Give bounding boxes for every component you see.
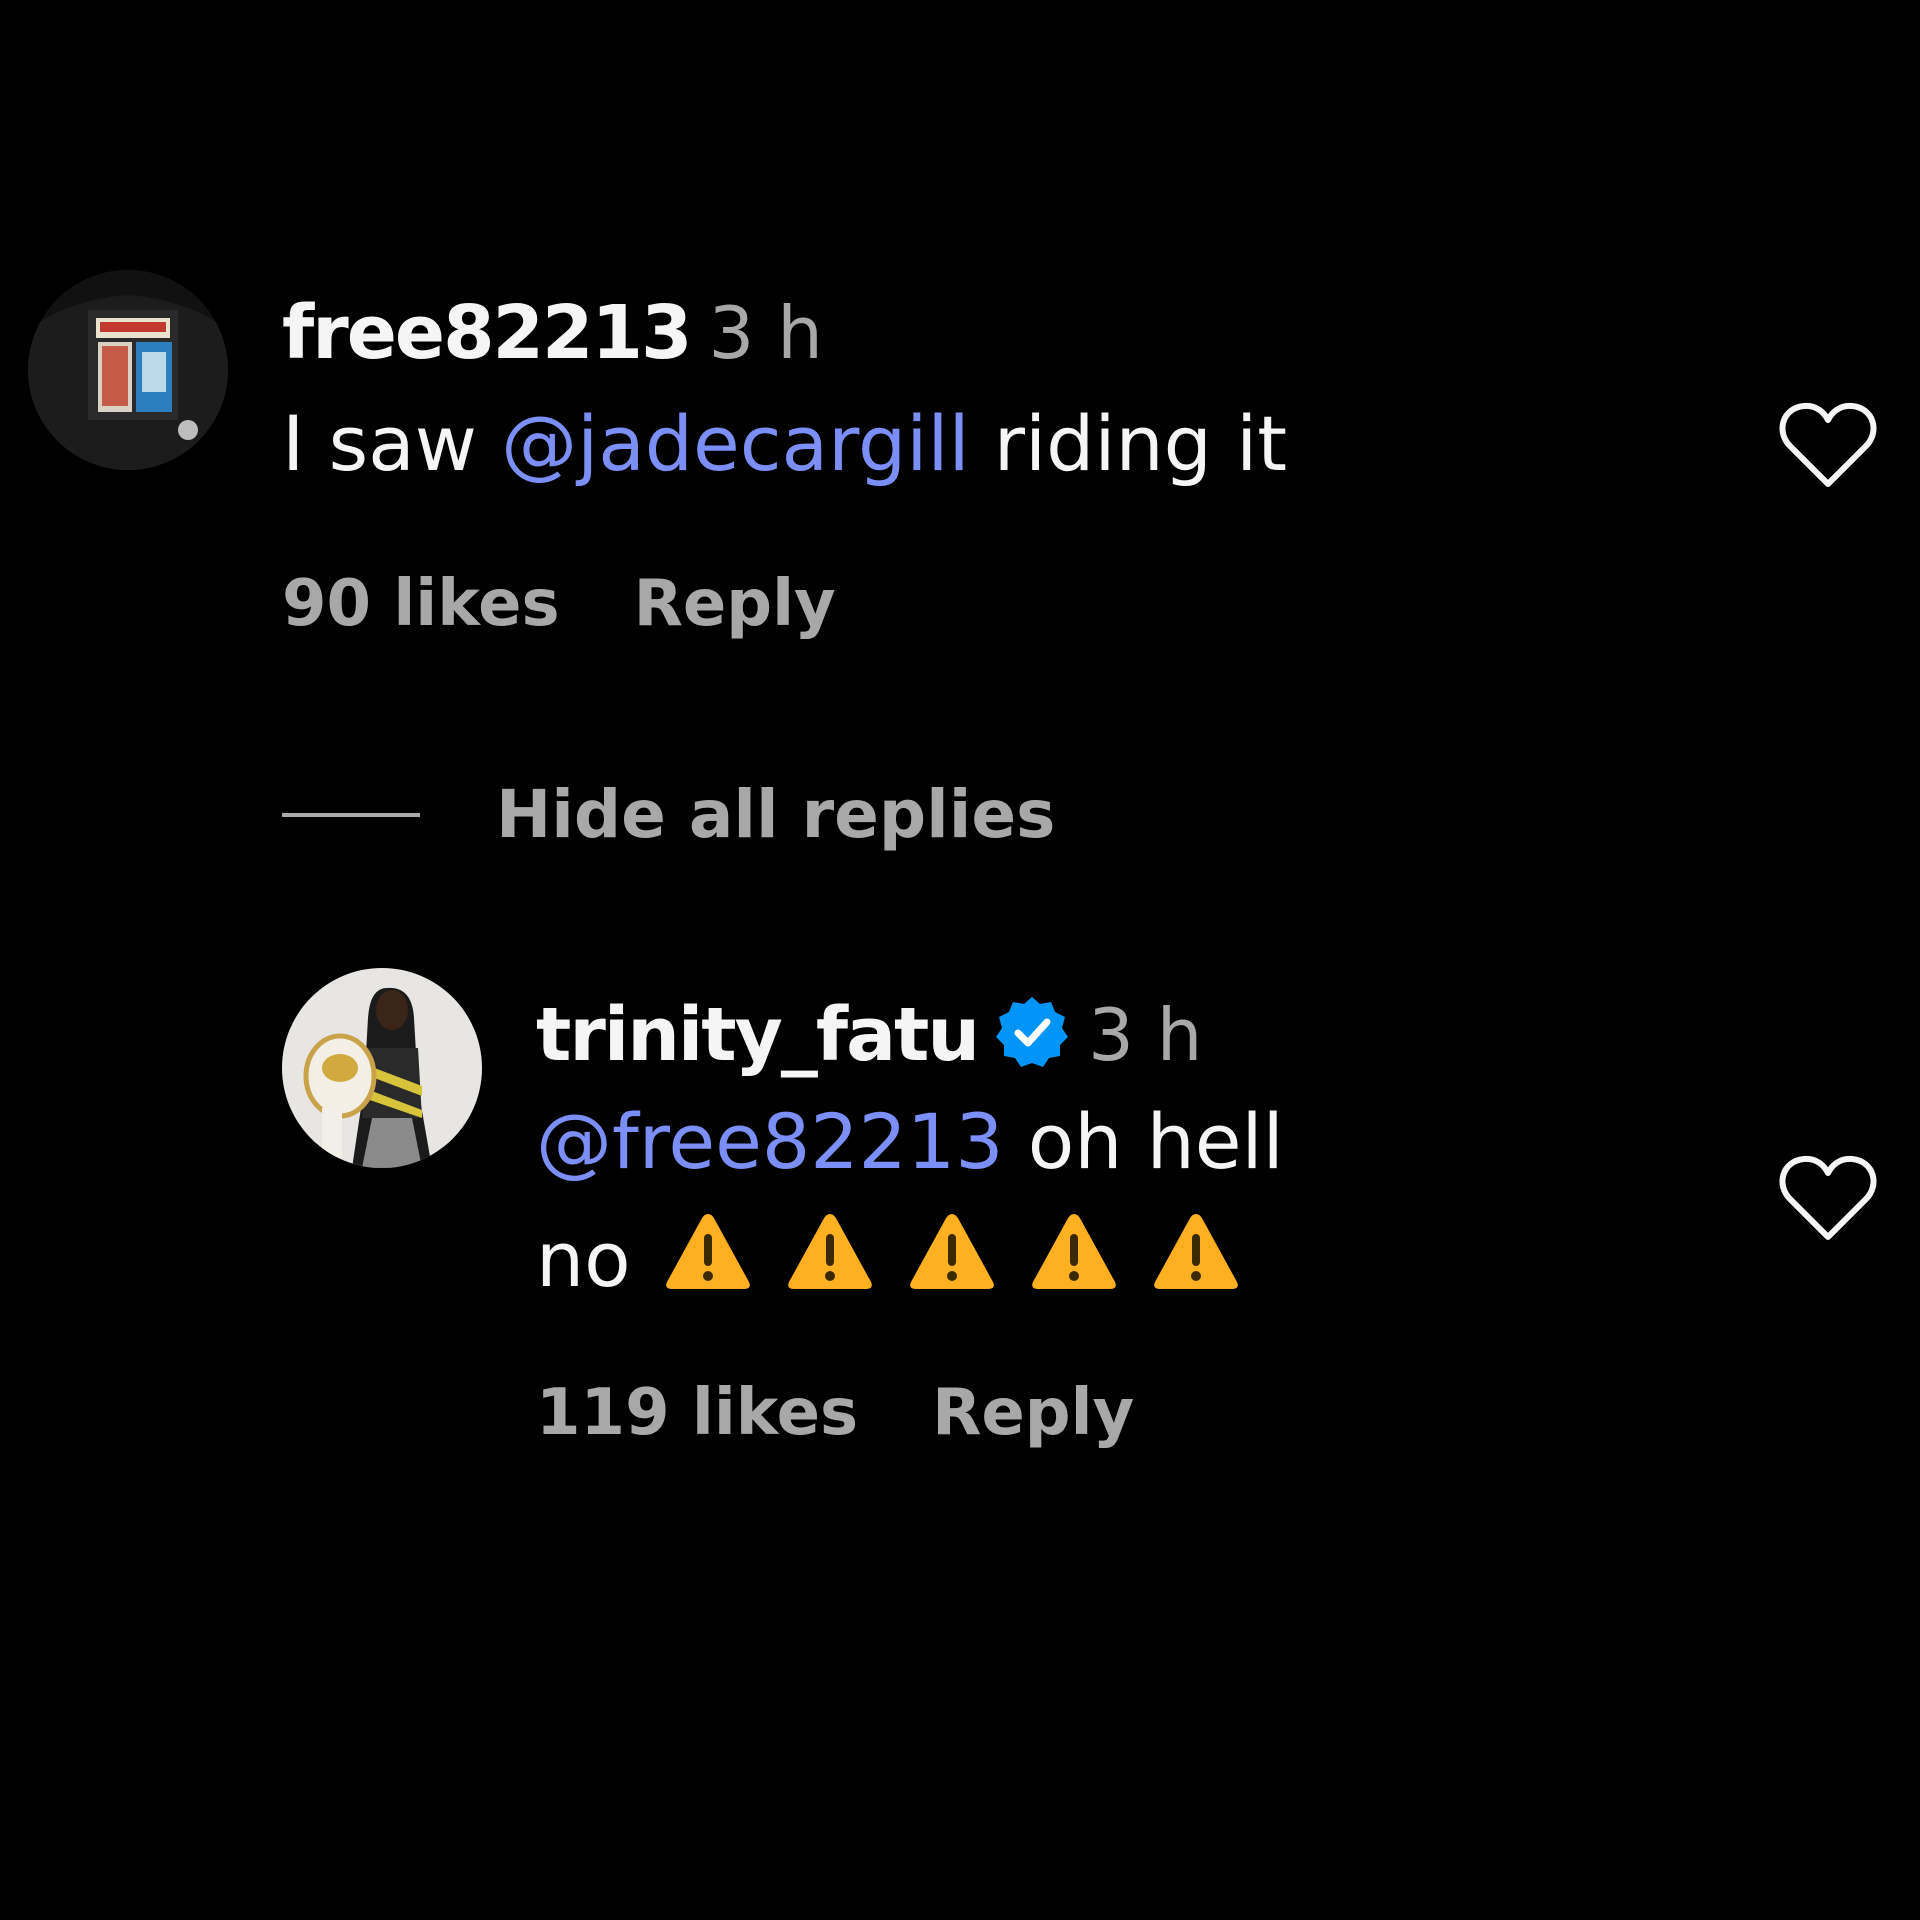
reply-text: @free82213 oh hell no: [536, 1083, 1284, 1319]
avatar-image: [282, 968, 482, 1168]
warning-emoji: [785, 1207, 875, 1289]
warning-emoji: [1151, 1207, 1241, 1289]
reply-likes-count[interactable]: 119 likes: [536, 1376, 858, 1450]
comment-mention-link[interactable]: @jadecargill: [501, 399, 970, 488]
hide-replies-label: Hide all replies: [496, 776, 1056, 853]
comment-header: free82213 3 h: [282, 296, 823, 370]
reply-text-part1: oh hell: [1027, 1097, 1284, 1186]
reply-actions: 119 likes Reply: [536, 1381, 1134, 1445]
warning-emoji: [1029, 1207, 1119, 1289]
reply-text-line2: no: [536, 1201, 1284, 1319]
warning-emoji: [907, 1207, 997, 1289]
reply-text-part2: no: [536, 1215, 631, 1304]
comment-like-button[interactable]: [1778, 400, 1878, 490]
verified-badge-icon: [994, 994, 1070, 1070]
heart-outline-icon: [1779, 402, 1877, 487]
comment-timestamp: 3 h: [708, 291, 823, 375]
commenter-avatar[interactable]: [28, 270, 228, 470]
reply-reply-button[interactable]: Reply: [932, 1376, 1134, 1450]
comment-likes-count[interactable]: 90 likes: [282, 567, 560, 641]
heart-outline-icon: [1779, 1155, 1877, 1240]
replier-avatar[interactable]: [282, 968, 482, 1168]
comment-text-after: riding it: [993, 399, 1287, 488]
reply-mention-link[interactable]: @free82213: [536, 1097, 1004, 1186]
replies-divider-line: [282, 812, 420, 817]
comment-actions: 90 likes Reply: [282, 572, 836, 636]
reply-username[interactable]: trinity_fatu: [536, 992, 980, 1078]
reply-text-line1: @free82213 oh hell: [536, 1083, 1284, 1201]
avatar-image: [28, 270, 228, 470]
comment-username[interactable]: free82213: [282, 290, 693, 376]
hide-replies-toggle[interactable]: Hide all replies: [282, 776, 1055, 853]
reply-timestamp: 3 h: [1088, 993, 1203, 1077]
comment-text: I saw @jadecargill riding it: [282, 385, 1287, 503]
comment-reply-button[interactable]: Reply: [634, 567, 836, 641]
reply-like-button[interactable]: [1778, 1153, 1878, 1243]
reply-header: trinity_fatu 3 h: [536, 994, 1202, 1072]
comment-text-before: I saw: [282, 399, 477, 488]
warning-emoji: [663, 1207, 753, 1289]
